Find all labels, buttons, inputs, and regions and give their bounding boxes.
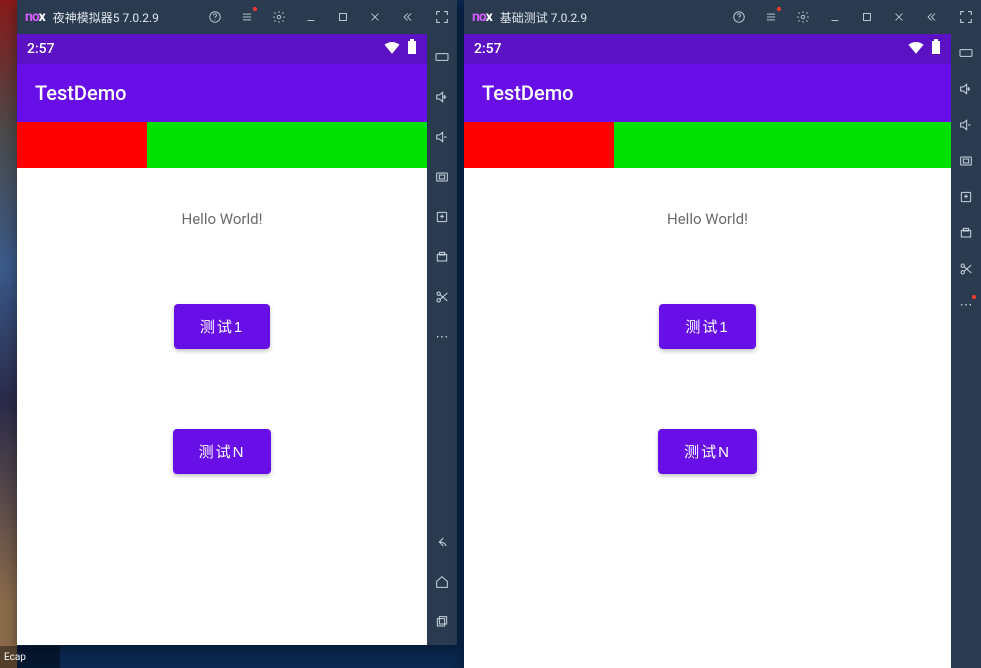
app-title: TestDemo <box>35 81 126 105</box>
volume-down-icon[interactable] <box>431 126 453 148</box>
window-title: 基础测试 7.0.2.9 <box>500 9 587 26</box>
emulator-side-toolbar: ⋯ <box>951 0 981 668</box>
test-n-button[interactable]: 测试N <box>173 429 272 474</box>
color-band <box>17 122 427 168</box>
apk-install-icon[interactable] <box>955 186 977 208</box>
android-statusbar: 2:57 <box>17 34 427 64</box>
volume-down-icon[interactable] <box>955 114 977 136</box>
fullscreen-icon[interactable] <box>431 6 453 28</box>
android-back-icon[interactable] <box>431 531 453 553</box>
screenshot-icon[interactable] <box>431 166 453 188</box>
wifi-icon <box>383 40 401 58</box>
emulator-side-toolbar: ⋯ <box>427 0 457 645</box>
menu-icon[interactable] <box>235 5 259 29</box>
status-time: 2:57 <box>474 41 502 57</box>
android-home-icon[interactable] <box>431 571 453 593</box>
taskbar-label: Ecap <box>0 646 60 668</box>
minimize-button[interactable] <box>299 5 323 29</box>
test-n-button[interactable]: 测试N <box>658 429 757 474</box>
android-recents-icon[interactable] <box>431 611 453 633</box>
volume-up-icon[interactable] <box>955 78 977 100</box>
close-button[interactable] <box>887 5 911 29</box>
window-title: 夜神模拟器5 7.0.2.9 <box>53 9 159 26</box>
android-screen: 2:57 TestDemo Hello World! 测试1 测试N <box>464 34 951 668</box>
battery-icon <box>931 39 941 59</box>
emulator-inner: nox 基础测试 7.0.2.9 2:57 TestDemo <box>464 0 951 668</box>
app-title: TestDemo <box>482 81 573 105</box>
emulator-window-right: nox 基础测试 7.0.2.9 2:57 TestDemo <box>464 0 981 668</box>
window-titlebar: nox 夜神模拟器5 7.0.2.9 <box>17 0 427 34</box>
screenshot-icon[interactable] <box>955 150 977 172</box>
android-screen: 2:57 TestDemo Hello World! 测试1 测试N <box>17 34 427 645</box>
settings-gear-icon[interactable] <box>267 5 291 29</box>
color-red-block <box>464 122 614 168</box>
color-red-block <box>17 122 147 168</box>
status-time: 2:57 <box>27 41 55 57</box>
wifi-icon <box>907 40 925 58</box>
fullscreen-icon[interactable] <box>955 6 977 28</box>
maximize-button[interactable] <box>855 5 879 29</box>
close-button[interactable] <box>363 5 387 29</box>
color-band <box>464 122 951 168</box>
help-icon[interactable] <box>727 5 751 29</box>
collapse-sidebar-icon[interactable] <box>919 5 943 29</box>
window-titlebar: nox 基础测试 7.0.2.9 <box>464 0 951 34</box>
file-manager-icon[interactable] <box>955 222 977 244</box>
maximize-button[interactable] <box>331 5 355 29</box>
hello-label: Hello World! <box>182 210 263 228</box>
battery-icon <box>407 39 417 59</box>
apk-install-icon[interactable] <box>431 206 453 228</box>
color-green-block <box>614 122 951 168</box>
emulator-inner: nox 夜神模拟器5 7.0.2.9 2:57 TestDemo <box>17 0 427 645</box>
menu-icon[interactable] <box>759 5 783 29</box>
app-content: Hello World! 测试1 测试N <box>464 168 951 668</box>
app-toolbar: TestDemo <box>17 64 427 122</box>
app-content: Hello World! 测试1 测试N <box>17 168 427 645</box>
desktop-background-strip <box>0 0 17 668</box>
test-1-button[interactable]: 测试1 <box>174 304 270 349</box>
keyboard-icon[interactable] <box>955 42 977 64</box>
color-green-block <box>147 122 427 168</box>
android-statusbar: 2:57 <box>464 34 951 64</box>
help-icon[interactable] <box>203 5 227 29</box>
emulator-window-left: nox 夜神模拟器5 7.0.2.9 2:57 TestDemo <box>17 0 457 645</box>
volume-up-icon[interactable] <box>431 86 453 108</box>
minimize-button[interactable] <box>823 5 847 29</box>
hello-label: Hello World! <box>667 210 748 228</box>
nox-logo: nox <box>25 9 45 25</box>
scissors-icon[interactable] <box>955 258 977 280</box>
nox-logo: nox <box>472 9 492 25</box>
settings-gear-icon[interactable] <box>791 5 815 29</box>
more-icon[interactable]: ⋯ <box>955 294 977 316</box>
scissors-icon[interactable] <box>431 286 453 308</box>
file-manager-icon[interactable] <box>431 246 453 268</box>
app-toolbar: TestDemo <box>464 64 951 122</box>
keyboard-icon[interactable] <box>431 46 453 68</box>
test-1-button[interactable]: 测试1 <box>659 304 755 349</box>
collapse-sidebar-icon[interactable] <box>395 5 419 29</box>
more-icon[interactable]: ⋯ <box>431 326 453 348</box>
